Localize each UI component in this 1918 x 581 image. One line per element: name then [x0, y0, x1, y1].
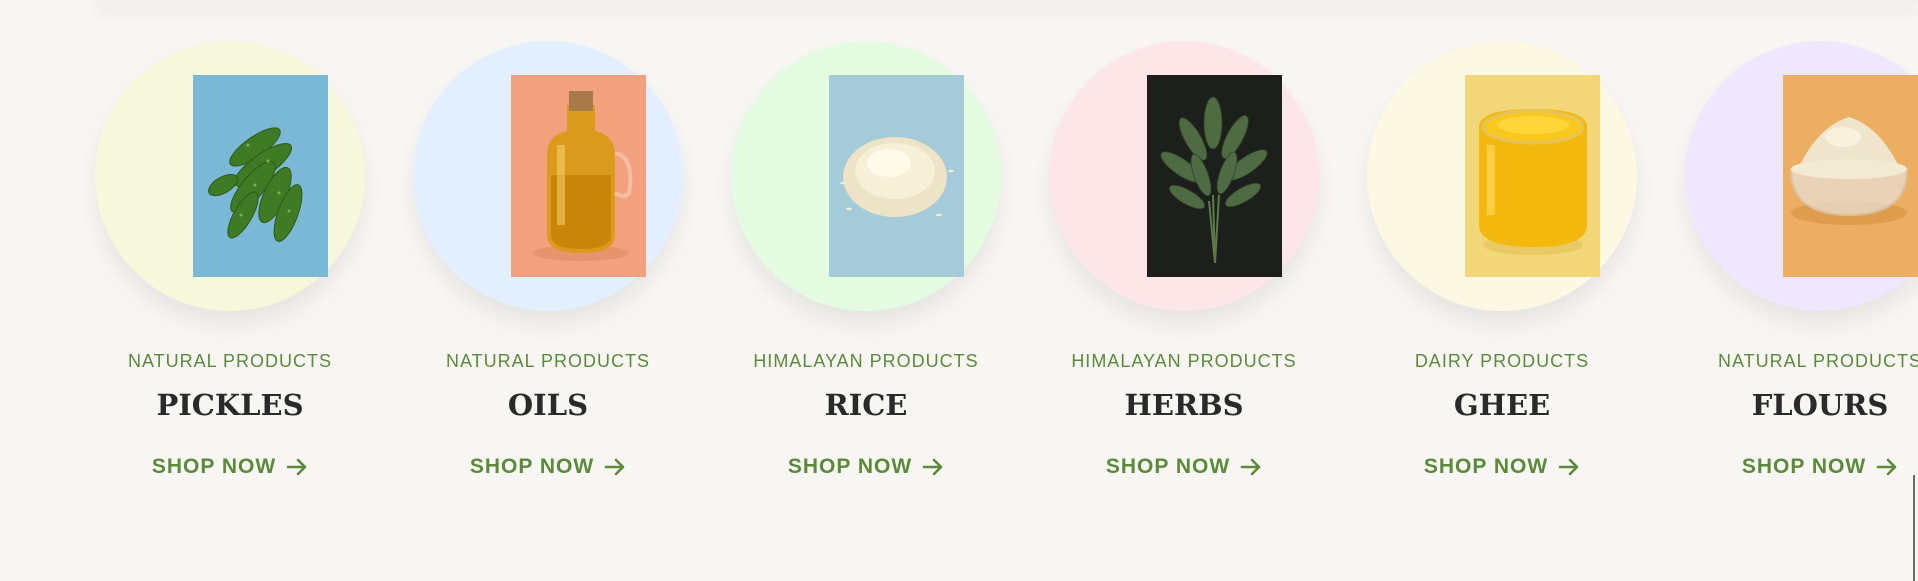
category-label: NATURAL PRODUCTS	[445, 351, 650, 371]
shop-now-button[interactable]: SHOP NOW	[65, 455, 395, 479]
oil-bottle-photo[interactable]	[511, 75, 646, 277]
shop-now-button[interactable]: SHOP NOW	[1019, 455, 1349, 479]
category-circle	[95, 41, 365, 311]
rice-photo[interactable]	[829, 75, 964, 277]
shop-now-label: SHOP NOW	[469, 455, 595, 478]
arrow-right-icon	[604, 458, 626, 476]
category-title: OILS	[507, 388, 589, 422]
category-card-flours[interactable]: NATURAL PRODUCTS FLOURS SHOP NOW	[1655, 0, 1918, 500]
category-circle	[1685, 41, 1918, 311]
arrow-right-icon	[286, 458, 308, 476]
category-card-pickles[interactable]: NATURAL PRODUCTS PICKLES SHOP NOW	[65, 0, 395, 500]
shop-now-label: SHOP NOW	[1741, 455, 1867, 478]
arrow-right-icon	[1876, 458, 1898, 476]
shop-now-label: SHOP NOW	[787, 455, 913, 478]
shop-now-button[interactable]: SHOP NOW	[383, 455, 713, 479]
shop-now-button[interactable]: SHOP NOW	[1337, 455, 1667, 479]
category-card-herbs[interactable]: HIMALAYAN PRODUCTS HERBS SHOP NOW	[1019, 0, 1349, 500]
category-title: GHEE	[1453, 388, 1551, 422]
category-card-ghee[interactable]: DAIRY PRODUCTS GHEE SHOP NOW	[1337, 0, 1667, 500]
category-title: RICE	[824, 388, 908, 422]
category-card-oils[interactable]: NATURAL PRODUCTS OILS SHOP NOW	[383, 0, 713, 500]
category-label: NATURAL PRODUCTS	[127, 351, 332, 371]
shop-now-button[interactable]: SHOP NOW	[701, 455, 1031, 479]
category-circle	[1049, 41, 1319, 311]
category-label: NATURAL PRODUCTS	[1717, 351, 1918, 371]
flour-bowl-photo[interactable]	[1783, 75, 1918, 277]
category-card-rice[interactable]: HIMALAYAN PRODUCTS RICE SHOP NOW	[701, 0, 1031, 500]
shop-now-label: SHOP NOW	[1423, 455, 1549, 478]
shop-now-label: SHOP NOW	[151, 455, 277, 478]
arrow-right-icon	[1240, 458, 1262, 476]
scrollbar[interactable]	[1913, 475, 1915, 581]
arrow-right-icon	[922, 458, 944, 476]
category-label: HIMALAYAN PRODUCTS	[753, 351, 979, 371]
shop-now-button[interactable]: SHOP NOW	[1655, 455, 1918, 479]
category-title: PICKLES	[156, 388, 304, 422]
herbs-photo[interactable]	[1147, 75, 1282, 277]
ghee-jar-photo[interactable]	[1465, 75, 1600, 277]
category-circle	[731, 41, 1001, 311]
category-title: FLOURS	[1751, 388, 1889, 422]
category-label: HIMALAYAN PRODUCTS	[1071, 351, 1297, 371]
category-circle	[413, 41, 683, 311]
category-label: DAIRY PRODUCTS	[1414, 351, 1590, 371]
pickles-photo[interactable]	[193, 75, 328, 277]
category-circle	[1367, 41, 1637, 311]
shop-now-label: SHOP NOW	[1105, 455, 1231, 478]
category-title: HERBS	[1124, 388, 1244, 422]
category-carousel: NATURAL PRODUCTS PICKLES SHOP NOW NATURA	[0, 0, 1918, 581]
arrow-right-icon	[1558, 458, 1580, 476]
